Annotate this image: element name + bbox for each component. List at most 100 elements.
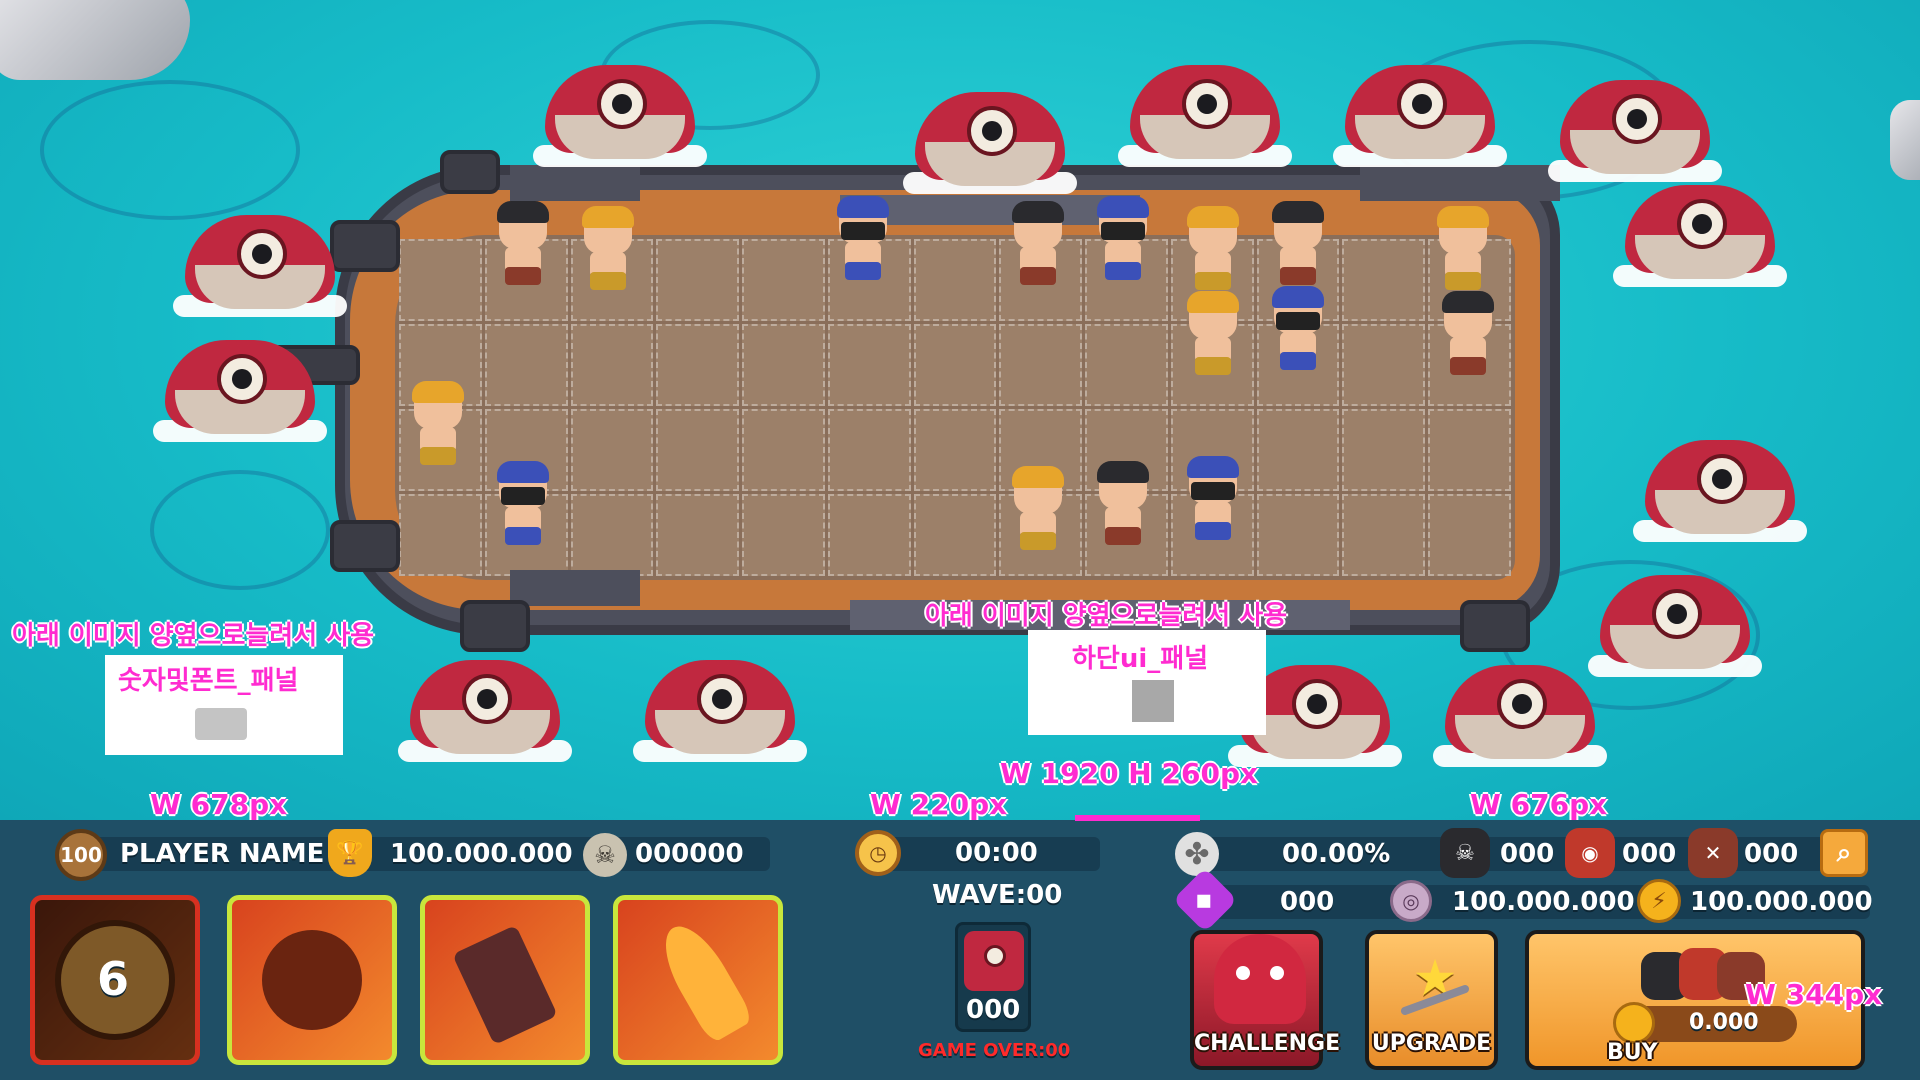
buy-price: 0.000 <box>1689 1010 1759 1035</box>
annotation-center-sub: 하단ui_패널 <box>1072 644 1209 674</box>
unit2-count: 000 <box>1622 839 1677 869</box>
trophy-icon: 🏆 <box>328 829 372 877</box>
sword-slash-icon <box>651 915 755 1045</box>
challenge-button[interactable]: CHALLENGE <box>1190 930 1341 1070</box>
game-over-label: GAME OVER:00 <box>918 1040 1071 1061</box>
pirate-unit-skull[interactable] <box>1440 291 1496 377</box>
gem-count: 000 <box>1280 887 1335 917</box>
sea-monster <box>633 660 807 762</box>
annotation-center-note: 아래 이미지 양옆으로늘려서 사용 <box>925 601 1288 631</box>
sea-monster <box>1433 665 1607 767</box>
sea-monster <box>1588 575 1762 677</box>
sea-monster <box>1613 185 1787 287</box>
skill-slot-cooldown[interactable]: 6 <box>30 895 200 1065</box>
pirate-unit-gunner[interactable] <box>580 206 636 292</box>
annotation-center-sample <box>1132 680 1174 722</box>
annotation-marker <box>1075 815 1200 821</box>
sea-monster <box>398 660 572 762</box>
skull-pirate-icon: ☠ <box>1440 828 1490 878</box>
rock <box>1890 100 1920 180</box>
unit1-count: 000 <box>1500 839 1555 869</box>
ship-frame <box>510 165 640 201</box>
sea-monster <box>1633 440 1807 542</box>
red-pirate-icon: ◉ <box>1565 828 1615 878</box>
wave-label: WAVE:00 <box>932 880 1063 910</box>
gold-coin-icon: ⚡ <box>1637 879 1681 923</box>
trophy-score: 100.000.000 <box>390 839 573 869</box>
clover-icon: ✤ <box>1175 832 1219 876</box>
player-name: PLAYER NAME <box>120 839 325 869</box>
clover-percent: 00.00% <box>1282 839 1391 869</box>
annotation-left-note: 아래 이미지 양옆으로늘려서 사용 <box>12 621 375 651</box>
pirate-unit-bandit[interactable] <box>495 461 551 547</box>
cannon <box>1460 600 1530 652</box>
upgrade-label: UPGRADE <box>1371 1031 1492 1056</box>
cannon <box>330 520 400 572</box>
unit3-count: 000 <box>1744 839 1799 869</box>
sea-monster <box>1548 80 1722 182</box>
pirate-unit-gunner[interactable] <box>1435 206 1491 292</box>
sea-monster <box>1118 65 1292 167</box>
pirate-unit-skull[interactable] <box>1270 201 1326 287</box>
pirate-unit-skull[interactable] <box>1010 201 1066 287</box>
sea-monster <box>533 65 707 167</box>
gold-coin-icon <box>1613 1002 1655 1044</box>
bandit-pirate-icon: ✕ <box>1688 828 1738 878</box>
monster-icon <box>964 931 1024 991</box>
cannon <box>440 150 500 194</box>
timer-clock-icon: ◷ <box>855 830 901 876</box>
water-swirl <box>150 470 330 590</box>
bear-trap-icon <box>262 930 362 1030</box>
water-swirl <box>40 80 300 220</box>
silver-coins: 100.000.000 <box>1452 887 1635 917</box>
sea-monster <box>173 215 347 317</box>
skull-count: 000000 <box>635 839 744 869</box>
pirate-unit-gunner[interactable] <box>1010 466 1066 552</box>
annotation-right-width: W 676px <box>1470 788 1608 820</box>
gold-coins: 100.000.000 <box>1690 887 1873 917</box>
skill-slot-bomb[interactable] <box>420 895 590 1065</box>
pirate-unit-gunner[interactable] <box>410 381 466 467</box>
level-value: 100 <box>60 843 102 867</box>
annotation-left-sample <box>195 708 247 740</box>
ship-deck-grid[interactable] <box>395 235 1515 580</box>
skull-icon: ☠ <box>583 833 627 877</box>
sea-monster <box>1333 65 1507 167</box>
annotation-left-width: W 678px <box>150 788 288 820</box>
pirate-unit-skull[interactable] <box>495 201 551 287</box>
annotation-mid-width: W 220px <box>870 788 1008 820</box>
cooldown-value: 6 <box>97 952 130 1006</box>
monster-count: 000 <box>966 995 1021 1025</box>
poison-bomb-icon <box>452 924 558 1046</box>
pirate-unit-bandit[interactable] <box>1270 286 1326 372</box>
skill-slot-trap[interactable] <box>227 895 397 1065</box>
pirate-unit-gunner[interactable] <box>1185 206 1241 292</box>
pirate-unit-gunner[interactable] <box>1185 291 1241 377</box>
cannon <box>460 600 530 652</box>
monster-counter: 000 <box>955 922 1031 1032</box>
search-icon[interactable]: ⌕ <box>1820 829 1868 877</box>
upgrade-button[interactable]: ★ UPGRADE <box>1365 930 1498 1070</box>
annotation-buy-width: W 344px <box>1745 978 1883 1011</box>
sea-monster <box>903 92 1077 194</box>
pirate-unit-bandit[interactable] <box>835 196 891 282</box>
game-scene: 아래 이미지 양옆으로늘려서 사용 숫자및폰트_패널 아래 이미지 양옆으로늘려… <box>0 0 1920 820</box>
price-pill: 0.000 <box>1613 1002 1797 1044</box>
ship-frame <box>510 570 640 606</box>
cannon <box>330 220 400 272</box>
buy-label: BUY <box>1607 1040 1658 1065</box>
pirate-unit-skull[interactable] <box>1095 461 1151 547</box>
pirate-unit-bandit[interactable] <box>1185 456 1241 542</box>
ship-frame <box>1360 165 1560 201</box>
pirate-unit-bandit[interactable] <box>1095 196 1151 282</box>
sea-monster <box>153 340 327 442</box>
skill-slot-slash[interactable] <box>613 895 783 1065</box>
annotation-left-sub: 숫자및폰트_패널 <box>118 666 299 696</box>
silver-coin-icon: ◎ <box>1390 880 1432 922</box>
rock <box>0 0 190 80</box>
timer-value: 00:00 <box>955 838 1038 868</box>
annotation-panel-size: W 1920 H 260px <box>1000 757 1259 790</box>
octopus-icon <box>1214 934 1306 1024</box>
level-badge: 100 <box>55 829 107 881</box>
challenge-label: CHALLENGE <box>1194 1031 1341 1056</box>
